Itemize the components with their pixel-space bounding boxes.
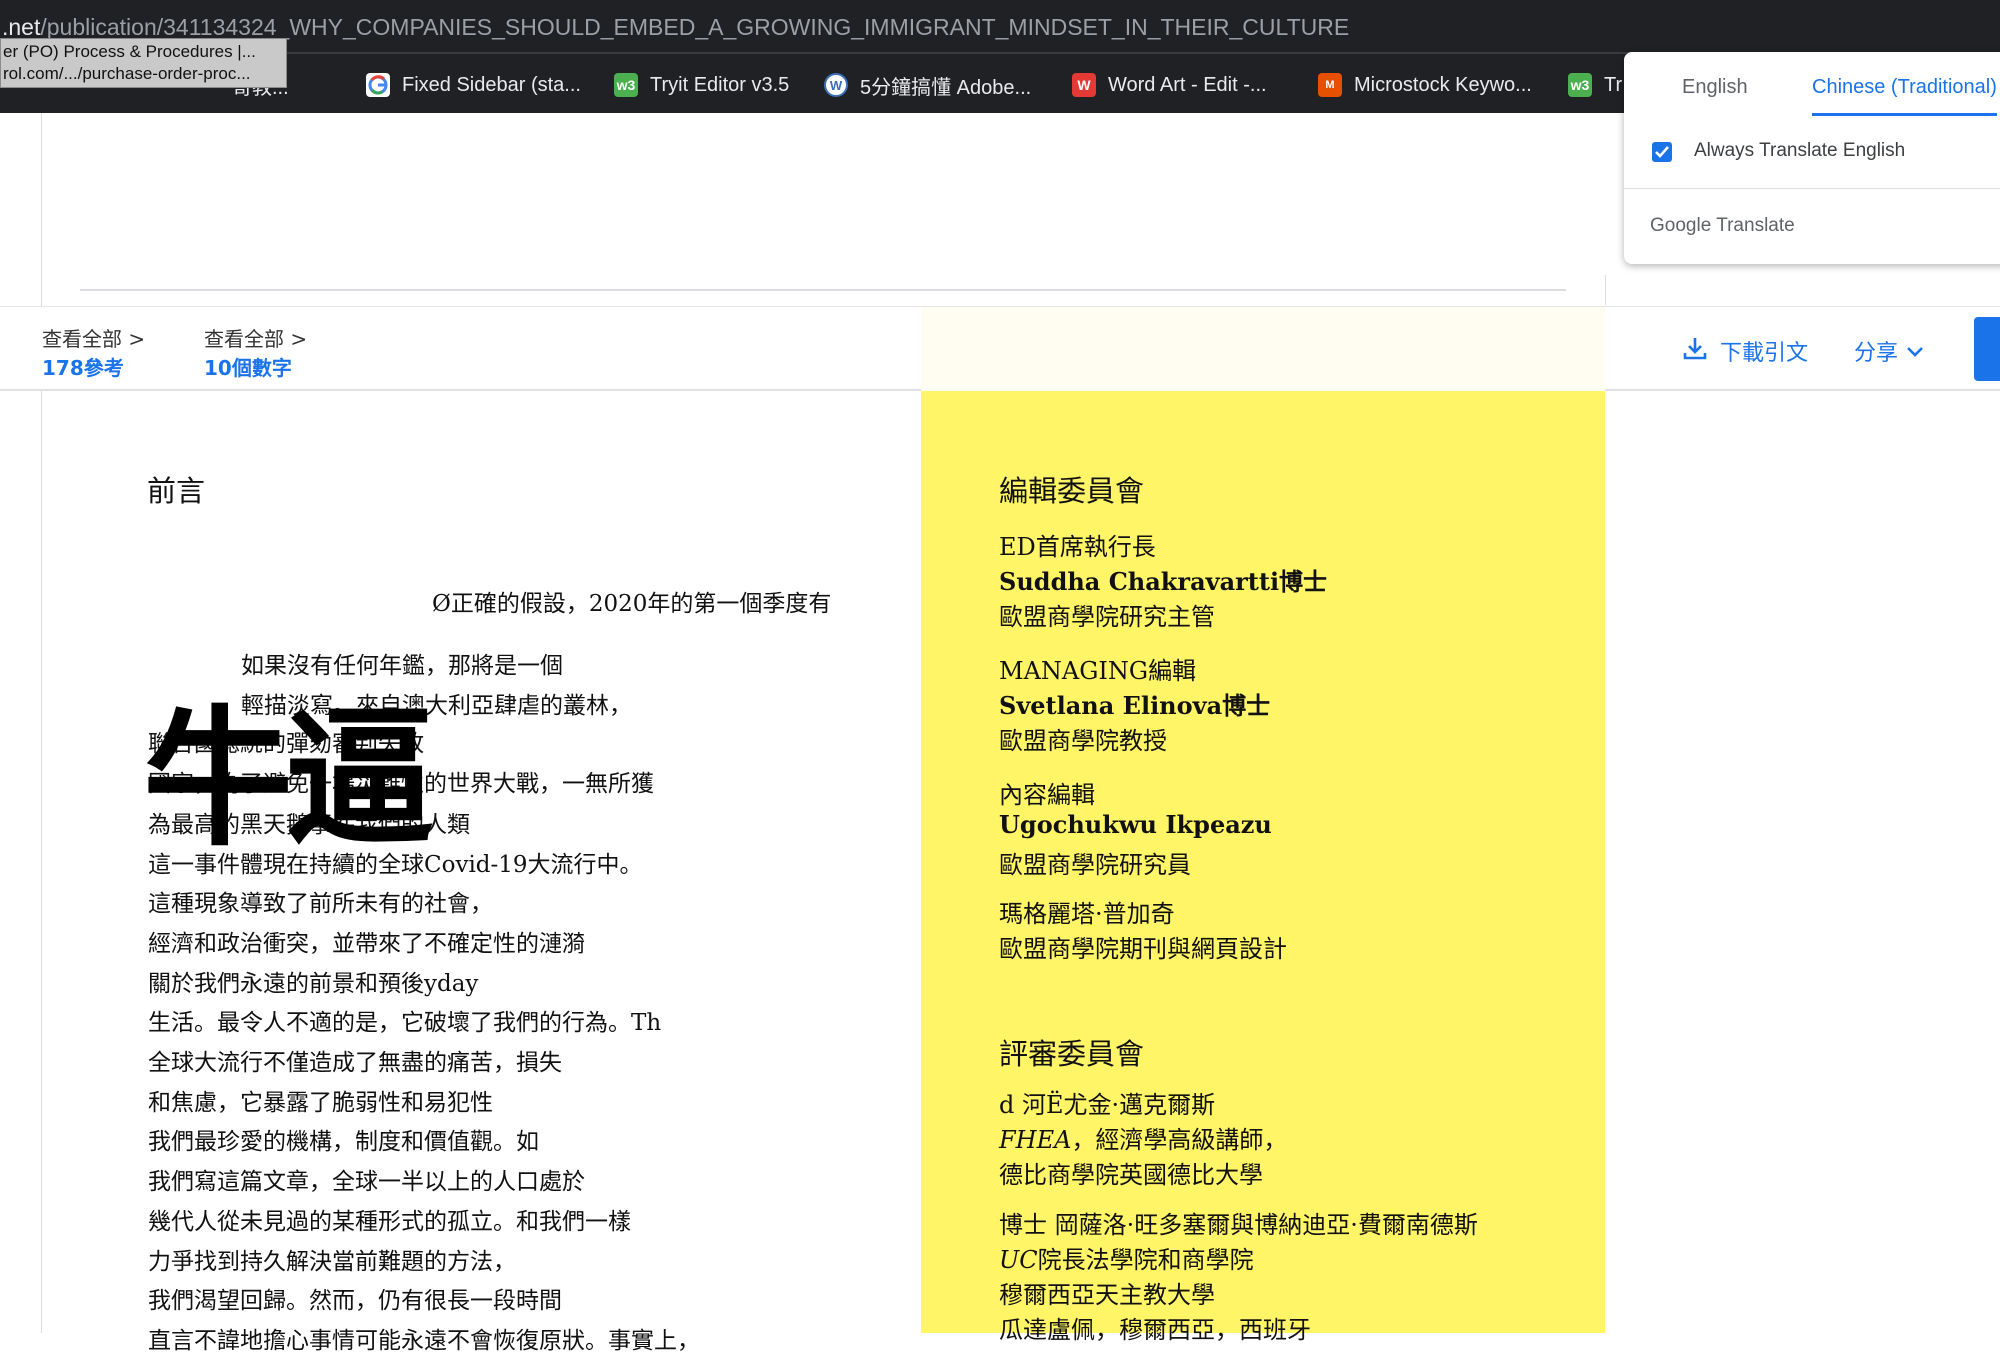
share-button[interactable]: 分享: [1854, 335, 1924, 367]
bookmark-label: Tryit Editor v3.5: [650, 73, 790, 96]
figures-link[interactable]: 查看全部 > 10個數字: [204, 325, 307, 383]
download-citation-button[interactable]: 下載引文: [1682, 335, 1808, 367]
bookmark-item[interactable]: w3 Tryit Editor v3.5: [614, 70, 789, 100]
reviewer-title: FHEA，經濟學高級講師，: [999, 1120, 1287, 1155]
reviewer-name: 博士 岡薩洛·旺多塞爾與博納迪亞·費爾南德斯: [999, 1211, 1478, 1239]
overlay-watermark-text: 牛逼: [143, 693, 435, 867]
bookmark-item[interactable]: W Word Art - Edit -...: [1072, 70, 1267, 100]
bookmark-label: Word Art - Edit -...: [1108, 73, 1267, 96]
reviewer-location: 瓜達盧佩，穆爾西亞，西班牙: [999, 1316, 1311, 1344]
reviewer-title-text: ，經濟學高級講師，: [1071, 1126, 1288, 1154]
article-line: 經濟和政治衝突，並帶來了不確定性的漣漪: [148, 931, 585, 957]
reviewer-credential: FHEA: [999, 1126, 1072, 1154]
article-line: 關於我們永遠的前景和預後yday: [148, 971, 479, 997]
google-translate-logo: Google Translate: [1650, 215, 1795, 236]
url-path: /publication/341134324_WHY_COMPANIES_SHO…: [40, 14, 1350, 40]
figures-count[interactable]: 10個數字: [204, 354, 307, 383]
translate-popup: English Chinese (Traditional) Always Tra…: [1624, 52, 2000, 264]
article-line: 和焦慮，它暴露了脆弱性和易犯性: [148, 1090, 493, 1116]
editor-role: MANAGING編輯: [999, 657, 1197, 685]
divider: [80, 289, 1566, 291]
editorial-board-heading: 編輯委員會: [999, 474, 1145, 508]
microstock-icon: M: [1318, 73, 1342, 97]
view-all-link[interactable]: 查看全部 >: [204, 325, 307, 354]
wordart-icon: W: [1072, 73, 1096, 97]
editor-name: Suddha Chakravartti博士: [999, 567, 1328, 596]
reviewer-title-text: 院長法學院和商學院: [1037, 1246, 1254, 1274]
editor-affiliation: 歐盟商學院研究主管: [999, 603, 1215, 631]
editor-role: ED首席執行長: [999, 533, 1156, 561]
bookmark-label: Fixed Sidebar (sta...: [402, 73, 581, 96]
article-line: Ø正確的假設，2020年的第一個季度有: [432, 591, 832, 617]
bookmark-item[interactable]: Fixed Sidebar (sta...: [366, 70, 581, 100]
bookmark-label: Microstock Keywo...: [1354, 73, 1532, 96]
w3schools-icon: w3: [1568, 73, 1592, 97]
tab-chinese-traditional[interactable]: Chinese (Traditional): [1812, 76, 1997, 116]
editor-name: Svetlana Elinova博士: [999, 691, 1271, 720]
editor-affiliation: 歐盟商學院教授: [999, 727, 1167, 755]
chevron-down-icon: [1906, 339, 1924, 364]
article-line: 這種現象導致了前所未有的社會，: [148, 891, 493, 917]
article-line: 直言不諱地擔心事情可能永遠不會恢復原狀。事實上，: [148, 1328, 700, 1354]
reviewer-title: UC院長法學院和商學院: [999, 1240, 1254, 1275]
editor-affiliation: 歐盟商學院研究員: [999, 851, 1191, 879]
reviewer-affiliation: 德比商學院英國德比大學: [999, 1161, 1263, 1189]
url-text[interactable]: .net/publication/341134324_WHY_COMPANIES…: [2, 14, 1349, 41]
tooltip-line: er (PO) Process & Procedures |...: [3, 42, 256, 61]
article-line: 全球大流行不僅造成了無盡的痛苦，損失: [148, 1050, 562, 1076]
bookmark-item[interactable]: W 5分鐘搞懂 Adobe...: [824, 70, 1031, 100]
download-icon: [1682, 335, 1708, 367]
tooltip-line: rol.com/.../purchase-order-proc...: [3, 64, 251, 83]
always-translate-label[interactable]: Always Translate English: [1694, 140, 1905, 162]
bookmark-label: 5分鐘搞懂 Adobe...: [860, 76, 1032, 99]
bookmark-label: Tr: [1604, 73, 1623, 96]
primary-action-button[interactable]: [1974, 317, 2000, 381]
review-board-heading: 評審委員會: [999, 1037, 1145, 1071]
article-line: 生活。最令人不適的是，它破壞了我們的行為。Th: [148, 1010, 662, 1036]
editor-role: 內容編輯: [999, 781, 1095, 809]
always-translate-checkbox[interactable]: [1652, 142, 1672, 162]
view-all-link[interactable]: 查看全部 >: [42, 325, 145, 354]
references-link[interactable]: 查看全部 > 178參考: [42, 325, 145, 383]
publication-stats-bar: 查看全部 > 178參考 查看全部 > 10個數字 下載引文 分享: [0, 306, 2000, 391]
google-icon: [366, 73, 390, 97]
bookmark-item[interactable]: w3 Tr: [1568, 70, 1622, 100]
page-left-border: [41, 113, 42, 1333]
wordpress-icon: W: [824, 73, 848, 97]
editor-name: Ugochukwu Ikpeazu: [999, 810, 1272, 839]
w3schools-icon: w3: [614, 73, 638, 97]
editor-affiliation: 歐盟商學院期刊與網頁設計: [999, 935, 1287, 963]
article-line: 如果沒有任何年鑑，那將是一個: [241, 653, 563, 679]
link-tooltip: er (PO) Process & Procedures |... rol.co…: [0, 38, 287, 88]
reviewer-credential: UC: [999, 1246, 1038, 1274]
highlight-strip: [921, 307, 1605, 391]
article-line: 幾代人從未見過的某種形式的孤立。和我們一樣: [148, 1209, 631, 1235]
reviewer-name: d 河Ë尤金·邁克爾斯: [999, 1091, 1216, 1119]
divider: [1624, 188, 2000, 189]
article-line: 我們最珍愛的機構，制度和價值觀。如: [148, 1129, 539, 1155]
references-count[interactable]: 178參考: [42, 354, 145, 383]
tab-english[interactable]: English: [1682, 76, 1748, 113]
article-line: 力爭找到持久解決當前難題的方法，: [148, 1249, 516, 1275]
divider: [1605, 275, 1606, 305]
share-label: 分享: [1854, 341, 1899, 366]
download-citation-label: 下載引文: [1720, 341, 1809, 366]
article-line: 我們渴望回歸。然而，仍有很長一段時間: [148, 1288, 562, 1314]
checkmark-icon: [1655, 146, 1669, 158]
address-bar[interactable]: .net/publication/341134324_WHY_COMPANIES…: [0, 0, 2000, 54]
article-line: 我們寫這篇文章，全球一半以上的人口處於: [148, 1169, 585, 1195]
article-heading: 前言: [147, 474, 206, 508]
reviewer-affiliation: 穆爾西亞天主教大學: [999, 1281, 1215, 1309]
bookmark-item[interactable]: M Microstock Keywo...: [1318, 70, 1532, 100]
url-host: .net: [2, 14, 41, 40]
editor-role: 瑪格麗塔·普加奇: [999, 900, 1175, 928]
